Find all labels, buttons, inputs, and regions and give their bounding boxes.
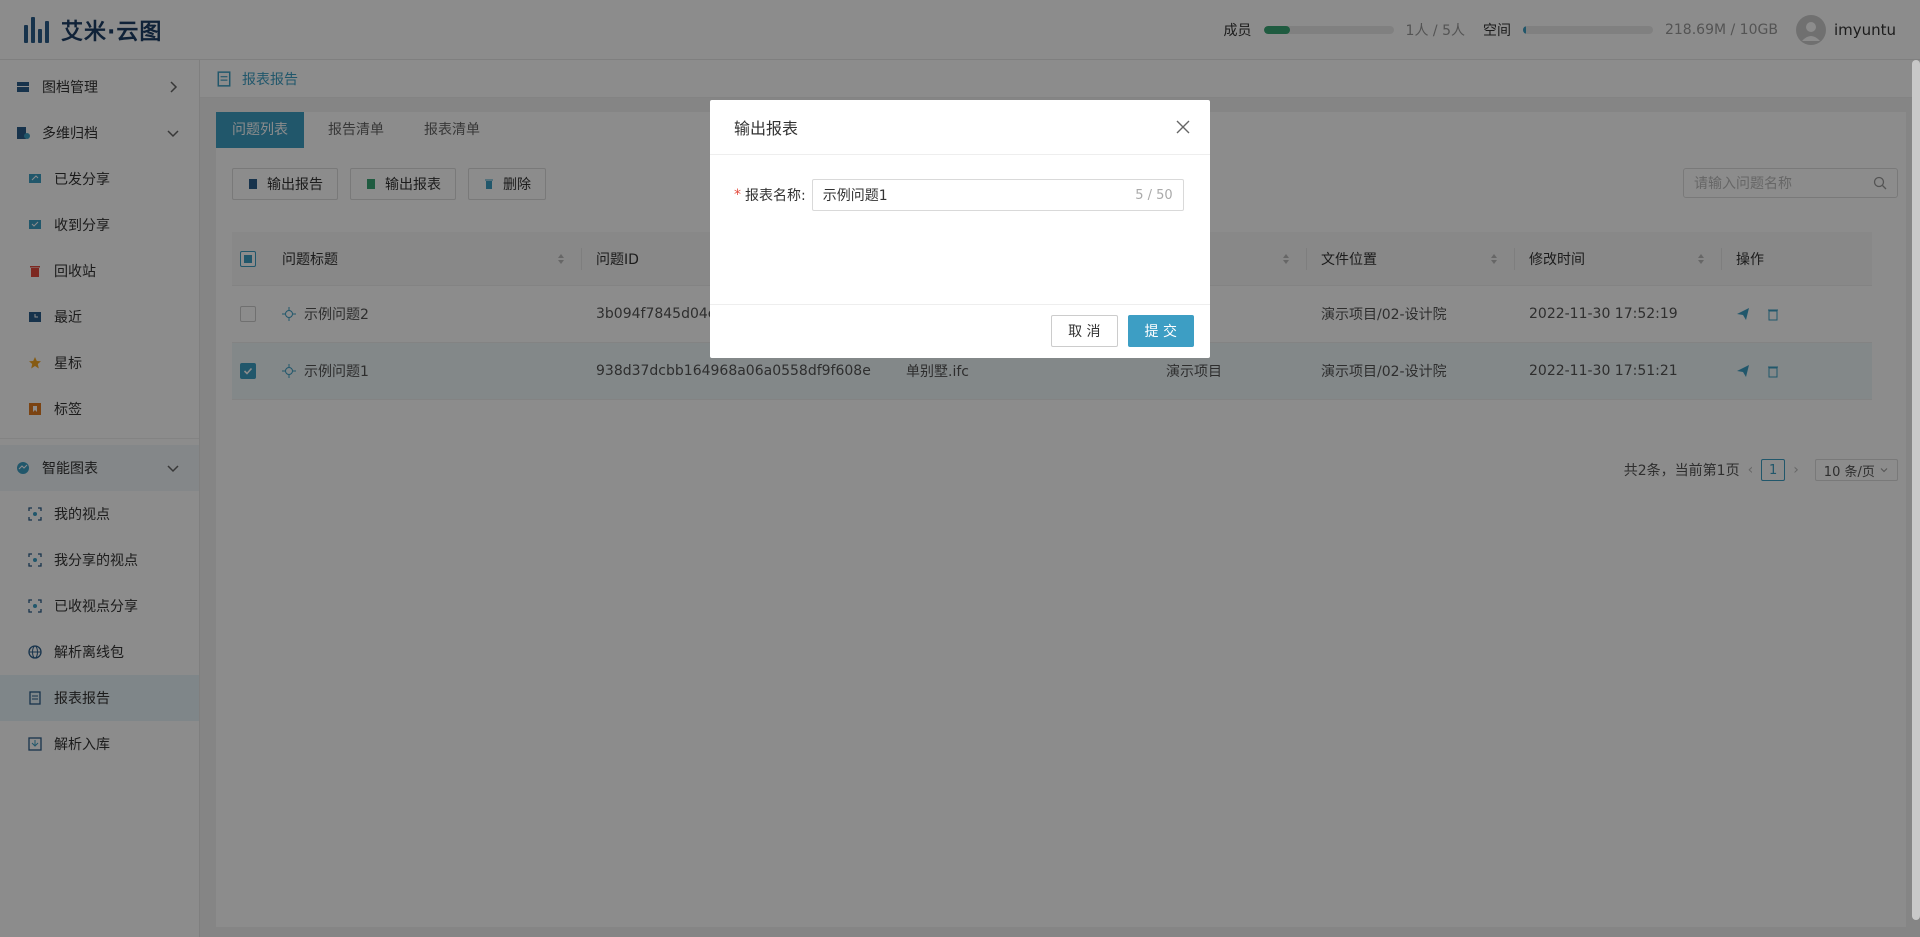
scrollbar[interactable]: [1912, 60, 1920, 920]
close-icon[interactable]: [1174, 118, 1192, 136]
required-mark: *: [734, 187, 741, 203]
sheet-name-input[interactable]: 示例问题1 5 / 50: [811, 179, 1184, 211]
sheet-name-label: 报表名称:: [745, 188, 806, 204]
cancel-button[interactable]: 取 消: [1051, 315, 1118, 347]
dialog-body: * 报表名称: 示例问题1 5 / 50: [710, 155, 1210, 305]
export-sheet-dialog: 输出报表 * 报表名称: 示例问题1 5 / 50 取 消 提 交: [710, 100, 1210, 358]
sheet-name-value: 示例问题1: [822, 188, 888, 204]
dialog-footer: 取 消 提 交: [710, 305, 1210, 357]
dialog-title: 输出报表: [734, 119, 799, 138]
dialog-header: 输出报表: [710, 100, 1210, 155]
char-count: 5 / 50: [1135, 187, 1173, 203]
sheet-name-row: * 报表名称: 示例问题1 5 / 50: [734, 179, 1184, 211]
submit-button[interactable]: 提 交: [1127, 315, 1194, 347]
